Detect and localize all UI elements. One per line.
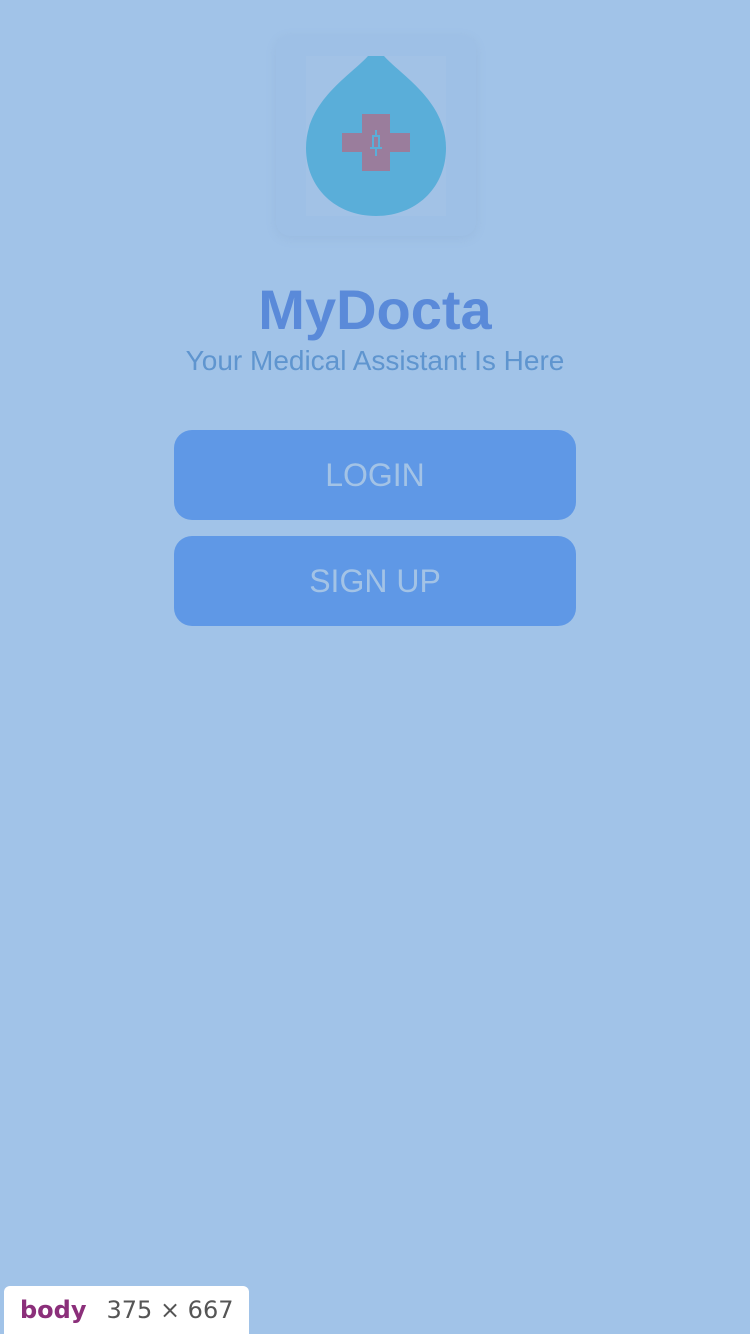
app-logo-card bbox=[276, 36, 476, 236]
app-logo bbox=[306, 56, 446, 216]
blood-drop-medical-cross-syringe-icon bbox=[306, 56, 446, 216]
devtools-element-inspector-badge: body 375 × 667 bbox=[4, 1286, 250, 1334]
login-button[interactable]: LOGIN bbox=[174, 430, 576, 520]
inspector-tag-name: body bbox=[20, 1296, 87, 1324]
app-title: MyDocta bbox=[258, 278, 492, 341]
app-tagline: Your Medical Assistant Is Here bbox=[185, 345, 565, 376]
signup-button[interactable]: SIGN UP bbox=[174, 536, 576, 626]
inspector-dimensions: 375 × 667 bbox=[106, 1296, 234, 1324]
